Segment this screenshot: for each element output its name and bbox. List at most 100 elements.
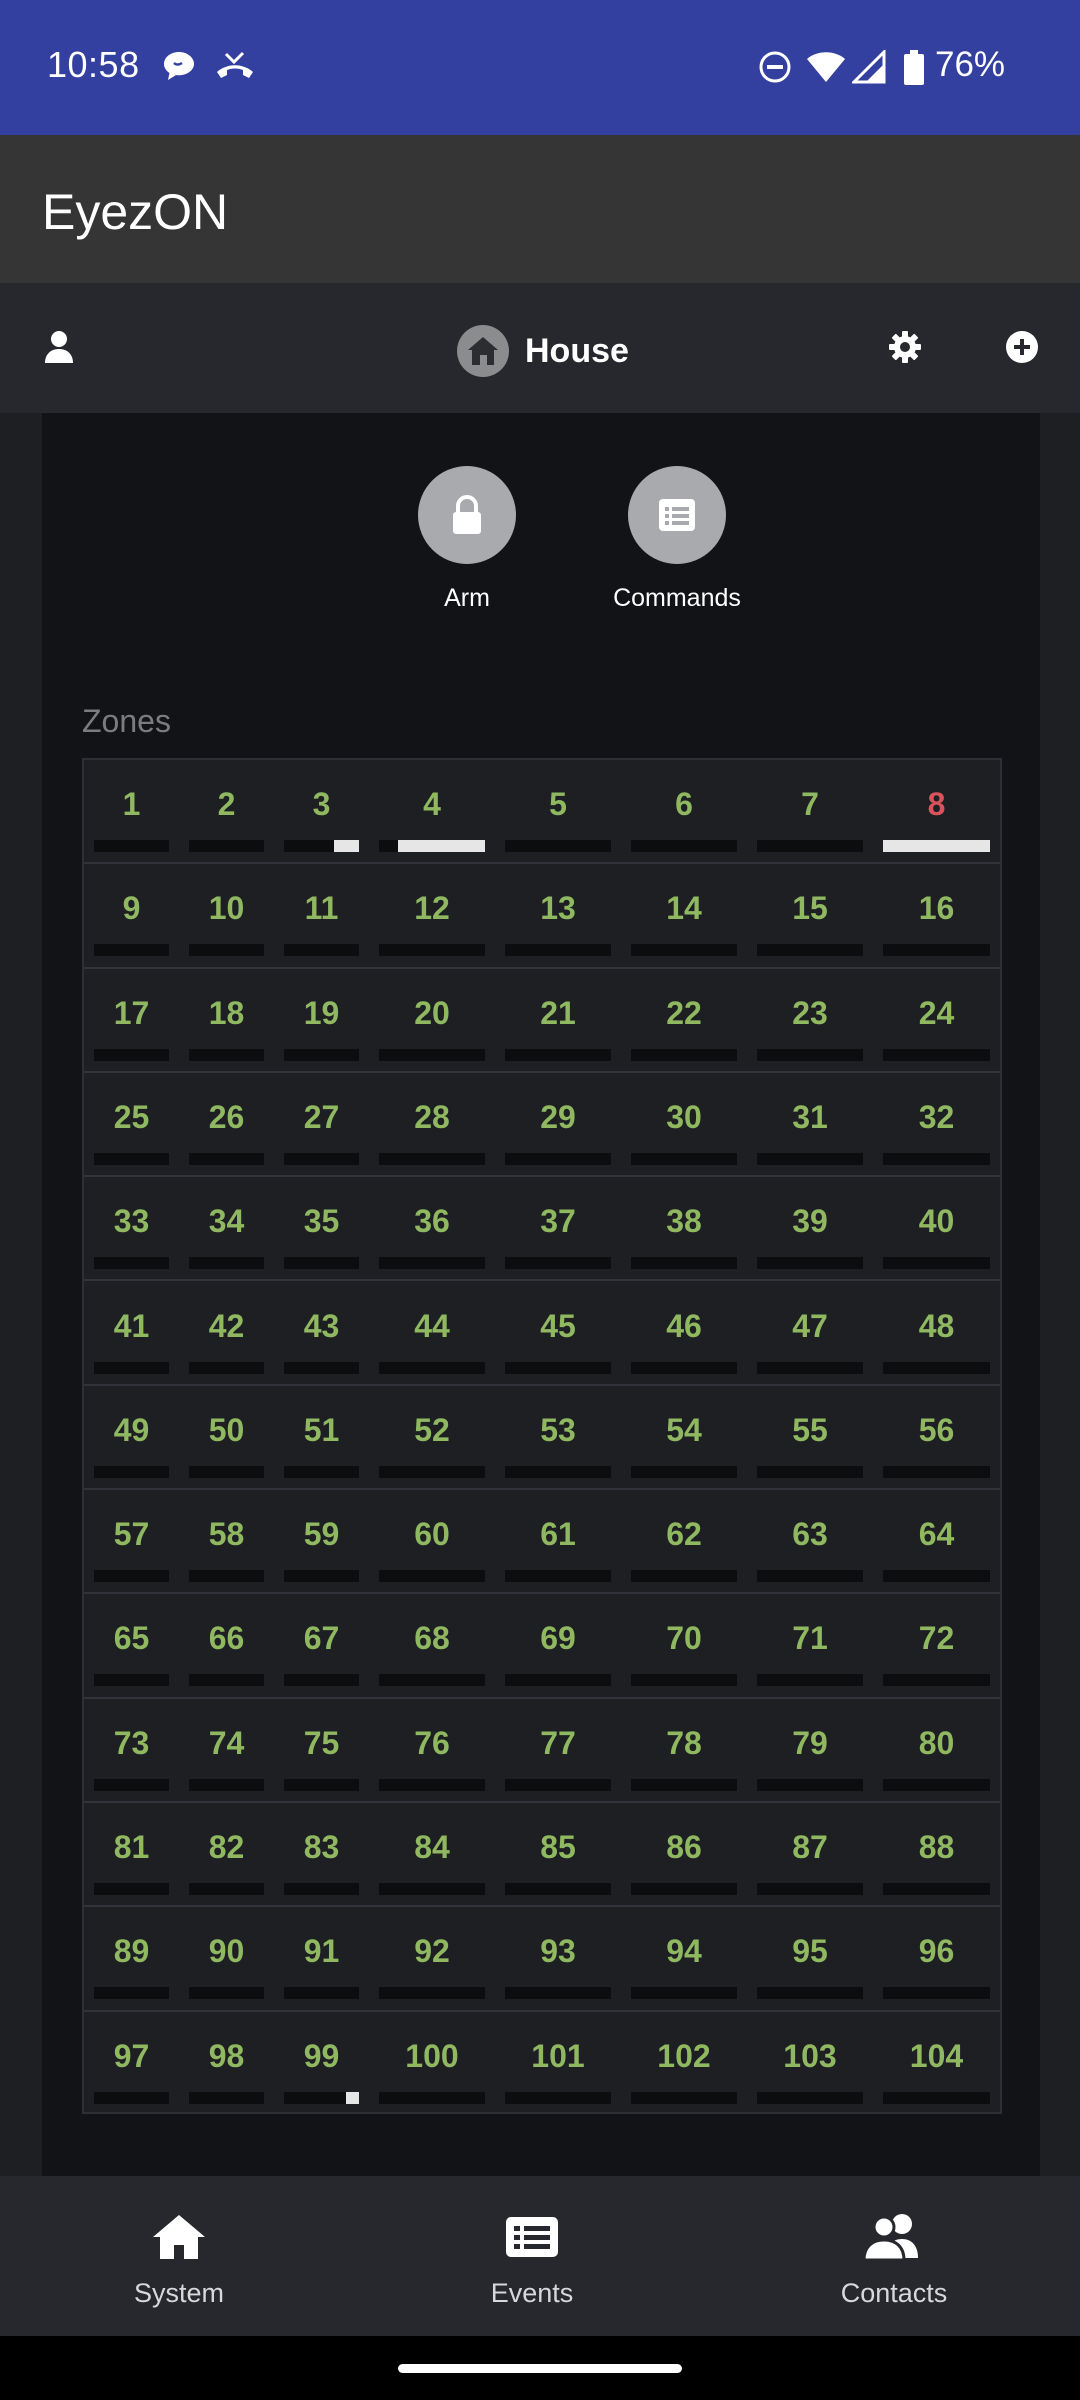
zone-91[interactable]: 91: [274, 1907, 369, 2011]
nav-system[interactable]: System: [79, 2210, 279, 2309]
zone-19[interactable]: 19: [274, 969, 369, 1073]
zone-63[interactable]: 63: [747, 1490, 873, 1594]
zone-21[interactable]: 21: [495, 969, 621, 1073]
zone-100[interactable]: 100: [369, 2012, 495, 2116]
zone-50[interactable]: 50: [179, 1386, 274, 1490]
zone-93[interactable]: 93: [495, 1907, 621, 2011]
zone-98[interactable]: 98: [179, 2012, 274, 2116]
zone-82[interactable]: 82: [179, 1803, 274, 1907]
zone-16[interactable]: 16: [873, 864, 1000, 968]
zone-31[interactable]: 31: [747, 1073, 873, 1177]
zone-69[interactable]: 69: [495, 1594, 621, 1698]
zone-59[interactable]: 59: [274, 1490, 369, 1594]
zone-103[interactable]: 103: [747, 2012, 873, 2116]
nav-events[interactable]: Events: [432, 2210, 632, 2309]
zone-68[interactable]: 68: [369, 1594, 495, 1698]
zone-58[interactable]: 58: [179, 1490, 274, 1594]
zone-90[interactable]: 90: [179, 1907, 274, 2011]
zone-56[interactable]: 56: [873, 1386, 1000, 1490]
zone-4[interactable]: 4: [369, 760, 495, 864]
zone-7[interactable]: 7: [747, 760, 873, 864]
zone-88[interactable]: 88: [873, 1803, 1000, 1907]
zone-99[interactable]: 99: [274, 2012, 369, 2116]
zone-77[interactable]: 77: [495, 1699, 621, 1803]
zone-5[interactable]: 5: [495, 760, 621, 864]
zone-102[interactable]: 102: [621, 2012, 747, 2116]
zone-35[interactable]: 35: [274, 1177, 369, 1281]
zone-94[interactable]: 94: [621, 1907, 747, 2011]
zone-1[interactable]: 1: [84, 760, 179, 864]
zone-11[interactable]: 11: [274, 864, 369, 968]
zone-38[interactable]: 38: [621, 1177, 747, 1281]
zone-87[interactable]: 87: [747, 1803, 873, 1907]
zone-78[interactable]: 78: [621, 1699, 747, 1803]
zone-33[interactable]: 33: [84, 1177, 179, 1281]
zone-48[interactable]: 48: [873, 1282, 1000, 1386]
zone-64[interactable]: 64: [873, 1490, 1000, 1594]
zone-53[interactable]: 53: [495, 1386, 621, 1490]
zone-66[interactable]: 66: [179, 1594, 274, 1698]
zone-30[interactable]: 30: [621, 1073, 747, 1177]
zone-23[interactable]: 23: [747, 969, 873, 1073]
user-button[interactable]: [36, 326, 82, 372]
zone-79[interactable]: 79: [747, 1699, 873, 1803]
zone-34[interactable]: 34: [179, 1177, 274, 1281]
zone-37[interactable]: 37: [495, 1177, 621, 1281]
zone-44[interactable]: 44: [369, 1282, 495, 1386]
zone-72[interactable]: 72: [873, 1594, 1000, 1698]
zone-12[interactable]: 12: [369, 864, 495, 968]
add-button[interactable]: [999, 326, 1045, 372]
zone-80[interactable]: 80: [873, 1699, 1000, 1803]
zone-96[interactable]: 96: [873, 1907, 1000, 2011]
zone-13[interactable]: 13: [495, 864, 621, 968]
zone-70[interactable]: 70: [621, 1594, 747, 1698]
zone-49[interactable]: 49: [84, 1386, 179, 1490]
zone-75[interactable]: 75: [274, 1699, 369, 1803]
home-gesture-handle[interactable]: [398, 2364, 682, 2373]
zone-67[interactable]: 67: [274, 1594, 369, 1698]
zone-42[interactable]: 42: [179, 1282, 274, 1386]
zone-40[interactable]: 40: [873, 1177, 1000, 1281]
zone-73[interactable]: 73: [84, 1699, 179, 1803]
zone-6[interactable]: 6: [621, 760, 747, 864]
zone-9[interactable]: 9: [84, 864, 179, 968]
zone-61[interactable]: 61: [495, 1490, 621, 1594]
zone-52[interactable]: 52: [369, 1386, 495, 1490]
zone-57[interactable]: 57: [84, 1490, 179, 1594]
zone-86[interactable]: 86: [621, 1803, 747, 1907]
zone-92[interactable]: 92: [369, 1907, 495, 2011]
commands-button[interactable]: Commands: [587, 466, 767, 613]
zone-51[interactable]: 51: [274, 1386, 369, 1490]
zone-71[interactable]: 71: [747, 1594, 873, 1698]
zone-24[interactable]: 24: [873, 969, 1000, 1073]
zone-15[interactable]: 15: [747, 864, 873, 968]
zone-76[interactable]: 76: [369, 1699, 495, 1803]
zone-25[interactable]: 25: [84, 1073, 179, 1177]
zone-27[interactable]: 27: [274, 1073, 369, 1177]
zone-8[interactable]: 8: [873, 760, 1000, 864]
zone-43[interactable]: 43: [274, 1282, 369, 1386]
zone-41[interactable]: 41: [84, 1282, 179, 1386]
zone-22[interactable]: 22: [621, 969, 747, 1073]
zone-104[interactable]: 104: [873, 2012, 1000, 2116]
zone-95[interactable]: 95: [747, 1907, 873, 2011]
zone-10[interactable]: 10: [179, 864, 274, 968]
zone-54[interactable]: 54: [621, 1386, 747, 1490]
zone-26[interactable]: 26: [179, 1073, 274, 1177]
zone-89[interactable]: 89: [84, 1907, 179, 2011]
zone-18[interactable]: 18: [179, 969, 274, 1073]
zone-29[interactable]: 29: [495, 1073, 621, 1177]
zone-2[interactable]: 2: [179, 760, 274, 864]
zone-36[interactable]: 36: [369, 1177, 495, 1281]
zone-32[interactable]: 32: [873, 1073, 1000, 1177]
settings-button[interactable]: [882, 326, 928, 372]
zone-39[interactable]: 39: [747, 1177, 873, 1281]
zone-62[interactable]: 62: [621, 1490, 747, 1594]
zone-74[interactable]: 74: [179, 1699, 274, 1803]
zone-47[interactable]: 47: [747, 1282, 873, 1386]
zone-85[interactable]: 85: [495, 1803, 621, 1907]
location-selector[interactable]: House: [457, 325, 629, 377]
zone-60[interactable]: 60: [369, 1490, 495, 1594]
zone-28[interactable]: 28: [369, 1073, 495, 1177]
zone-97[interactable]: 97: [84, 2012, 179, 2116]
